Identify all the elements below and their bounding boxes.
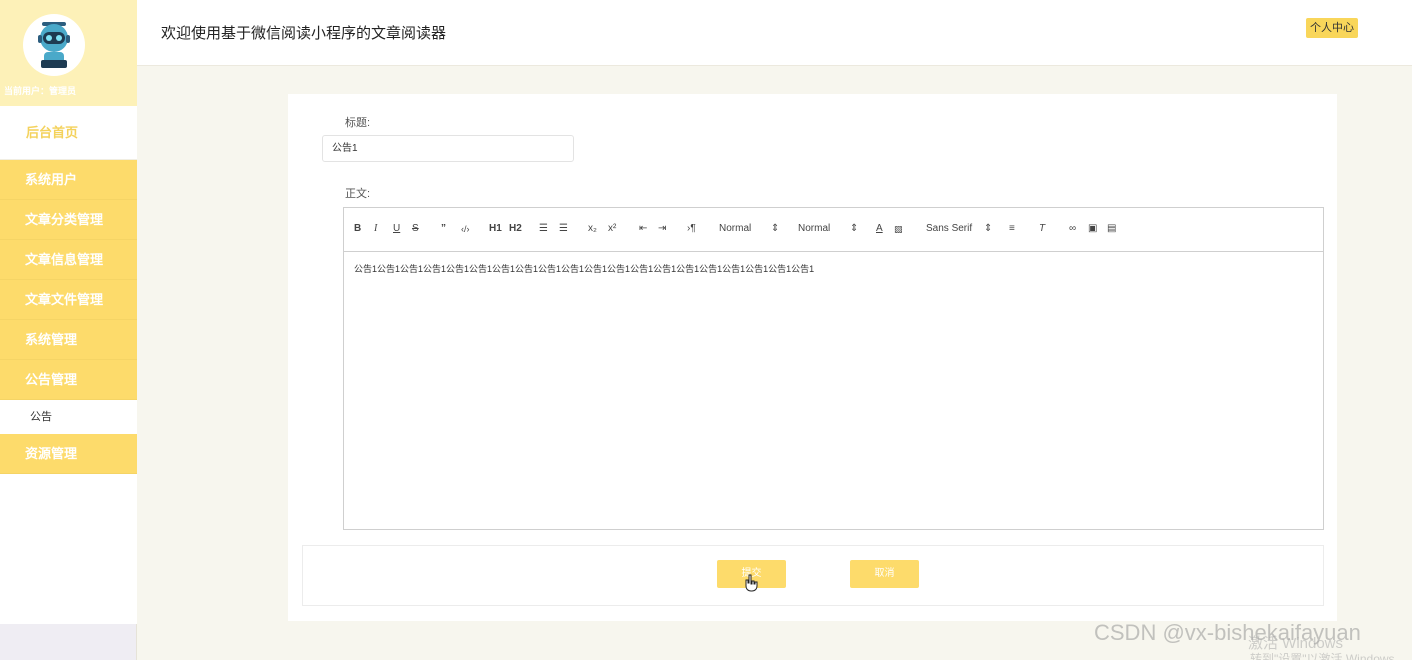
code-block-icon[interactable]: ‹/›	[461, 222, 470, 236]
header-select[interactable]: Normal ⇕	[798, 222, 860, 236]
top-header: 欢迎使用基于微信阅读小程序的文章阅读器 个人中心	[137, 0, 1412, 66]
strike-icon[interactable]: S	[412, 222, 419, 236]
body-label: 正文:	[345, 188, 371, 200]
font-select-value: Sans Serif	[926, 223, 973, 234]
superscript-icon[interactable]: x²	[608, 222, 616, 236]
text-direction-icon[interactable]: ›¶	[687, 222, 696, 236]
editor-content[interactable]: 公告1公告1公告1公告1公告1公告1公告1公告1公告1公告1公告1公告1公告1公…	[344, 252, 1323, 286]
cancel-button[interactable]: 取消	[850, 560, 919, 588]
sidebar-subitem-announcement[interactable]: 公告	[0, 400, 137, 434]
outdent-icon[interactable]: ⇤	[639, 222, 647, 236]
align-icon[interactable]: ≡	[1009, 222, 1015, 236]
sidebar-spacer	[0, 474, 137, 624]
sidebar-item-home[interactable]: 后台首页	[0, 106, 137, 160]
personal-center-button[interactable]: 个人中心	[1306, 18, 1358, 38]
indent-icon[interactable]: ⇥	[658, 222, 666, 236]
bullet-list-icon[interactable]: ☰	[559, 222, 568, 236]
title-input[interactable]: 公告1	[322, 135, 574, 162]
windows-activation-subtext: 转到"设置"以激活 Windows。	[1250, 652, 1407, 660]
form-card: 标题: 公告1 正文: B I U S ” ‹/› H1 H2 ☰ ☰ x₂ x…	[288, 94, 1337, 621]
sidebar-item-article-info[interactable]: 文章信息管理	[0, 240, 137, 280]
title-label: 标题:	[345, 117, 371, 129]
font-color-icon[interactable]: A	[876, 222, 883, 236]
heading1-icon[interactable]: H1	[489, 222, 502, 236]
subscript-icon[interactable]: x₂	[588, 222, 597, 236]
sidebar-menu: 后台首页 系统用户 文章分类管理 文章信息管理 文章文件管理 系统管理 公告管理…	[0, 106, 137, 624]
italic-icon[interactable]: I	[374, 222, 377, 236]
sidebar-header: 当前用户：管理员	[0, 0, 137, 106]
background-color-icon[interactable]: ▧	[894, 222, 903, 236]
bold-icon[interactable]: B	[354, 222, 361, 236]
heading2-icon[interactable]: H2	[509, 222, 522, 236]
robot-avatar-icon	[38, 22, 70, 68]
sidebar-item-system-users[interactable]: 系统用户	[0, 160, 137, 200]
sidebar-item-article-files[interactable]: 文章文件管理	[0, 280, 137, 320]
select-arrows-icon: ⇕	[984, 223, 993, 234]
link-icon[interactable]: ∞	[1069, 222, 1076, 236]
page-title: 欢迎使用基于微信阅读小程序的文章阅读器	[161, 25, 447, 42]
hand-cursor-icon	[745, 574, 758, 592]
avatar	[23, 14, 85, 76]
current-user-label: 当前用户：管理员	[4, 86, 77, 96]
sidebar-item-announcement-management[interactable]: 公告管理	[0, 360, 137, 400]
sidebar-item-resource-management[interactable]: 资源管理	[0, 434, 137, 474]
editor-toolbar: B I U S ” ‹/› H1 H2 ☰ ☰ x₂ x² ⇤ ⇥ ›¶ Nor…	[344, 208, 1323, 252]
video-icon[interactable]: ▤	[1107, 222, 1116, 236]
select-arrows-icon: ⇕	[850, 223, 859, 234]
sidebar: 当前用户：管理员 后台首页 系统用户 文章分类管理 文章信息管理 文章文件管理 …	[0, 0, 137, 660]
size-select[interactable]: Normal ⇕	[719, 222, 781, 236]
font-select[interactable]: Sans Serif ⇕	[926, 222, 992, 236]
form-actions: 提交 取消	[302, 545, 1324, 606]
sidebar-item-article-category[interactable]: 文章分类管理	[0, 200, 137, 240]
underline-icon[interactable]: U	[393, 222, 400, 236]
image-icon[interactable]: ▣	[1088, 222, 1097, 236]
ordered-list-icon[interactable]: ☰	[539, 222, 548, 236]
blockquote-icon[interactable]: ”	[441, 222, 446, 236]
size-select-value: Normal	[719, 223, 752, 234]
rich-text-editor: B I U S ” ‹/› H1 H2 ☰ ☰ x₂ x² ⇤ ⇥ ›¶ Nor…	[343, 207, 1324, 530]
header-select-value: Normal	[798, 223, 831, 234]
clear-format-icon[interactable]: T	[1039, 222, 1045, 236]
sidebar-item-system-management[interactable]: 系统管理	[0, 320, 137, 360]
select-arrows-icon: ⇕	[771, 223, 780, 234]
